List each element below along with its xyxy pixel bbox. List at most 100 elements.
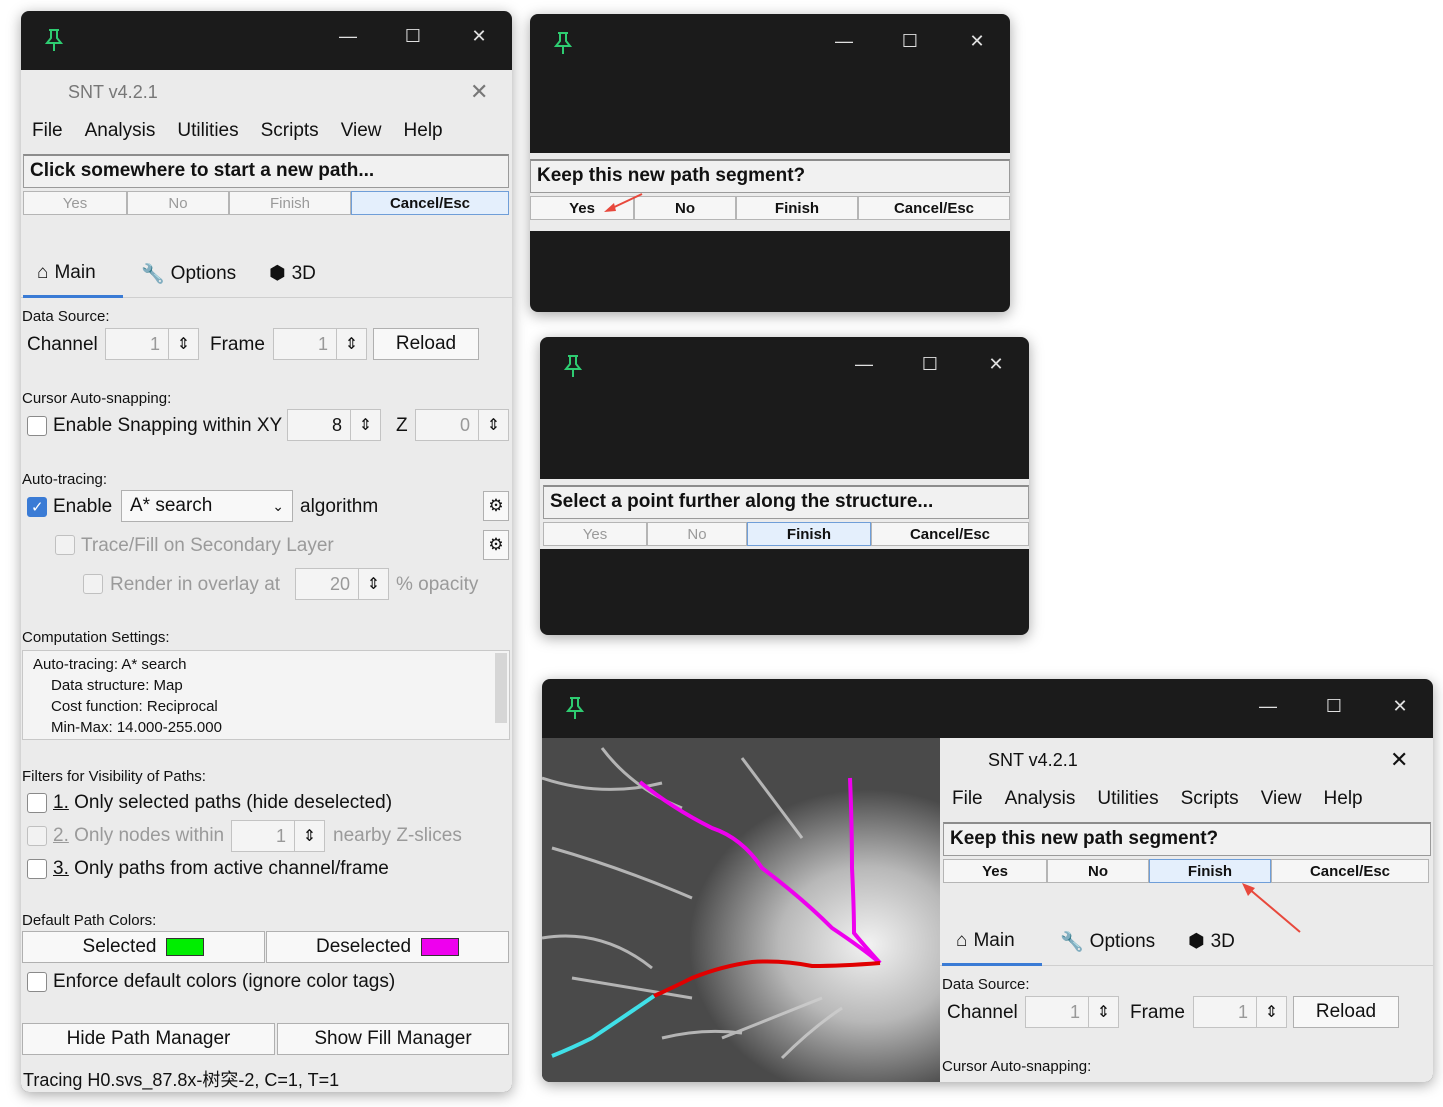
close-icon[interactable]: ✕: [964, 32, 990, 50]
filter1-checkbox[interactable]: [27, 793, 47, 813]
maximize-icon[interactable]: ☐: [917, 355, 943, 373]
xy-spinner[interactable]: 8 ⇕: [287, 409, 381, 441]
menu-view[interactable]: View: [1261, 788, 1302, 809]
autotracing-enable-label: Enable: [53, 496, 113, 517]
filter2-checkbox[interactable]: [27, 826, 47, 846]
menu-view[interactable]: View: [341, 120, 382, 141]
snapping-label: Cursor Auto-snapping:: [942, 1058, 1092, 1075]
filter1-text: Only selected paths (hide deselected): [74, 792, 393, 813]
menu-file[interactable]: File: [952, 788, 983, 809]
close-icon[interactable]: ✕: [983, 355, 1009, 373]
cancel-button[interactable]: Cancel/Esc: [871, 522, 1029, 546]
menu-utilities[interactable]: Utilities: [1097, 788, 1158, 809]
inner-menu-bar: File Analysis Utilities Scripts View Help: [952, 788, 1385, 810]
close-icon[interactable]: ✕: [466, 27, 492, 45]
no-button[interactable]: No: [647, 522, 747, 546]
autotracing-label: Auto-tracing:: [22, 471, 108, 488]
menu-scripts[interactable]: Scripts: [1181, 788, 1239, 809]
finish-button[interactable]: Finish: [229, 191, 351, 215]
pin-icon[interactable]: [43, 27, 65, 53]
cancel-button[interactable]: Cancel/Esc: [858, 196, 1010, 220]
zslices-spinner[interactable]: 1 ⇕: [231, 820, 325, 852]
autotracing-checkbox[interactable]: ✓: [27, 497, 47, 517]
snapping-checkbox[interactable]: [27, 416, 47, 436]
pin-icon[interactable]: [552, 30, 574, 56]
inner-path-buttons: Yes No Finish Cancel/Esc: [943, 859, 1429, 883]
enforce-colors-checkbox[interactable]: [27, 972, 47, 992]
no-button[interactable]: No: [127, 191, 229, 215]
spinner-arrows-icon: ⇕: [1088, 997, 1118, 1027]
computation-line: Min-Max: 14.000-255.000: [51, 719, 222, 736]
select-dialog-body: Select a point further along the structu…: [540, 479, 1029, 549]
tab-bar: ⌂ Main 🔧 Options ⬢ 3D: [21, 250, 512, 298]
close-icon[interactable]: ✕: [1387, 697, 1413, 715]
reload-button[interactable]: Reload: [1293, 996, 1399, 1028]
selected-color-button[interactable]: Selected: [22, 931, 265, 963]
maximize-icon[interactable]: ☐: [400, 27, 426, 45]
minimize-icon[interactable]: —: [831, 32, 857, 50]
yes-button[interactable]: Yes: [543, 522, 647, 546]
gear-icon[interactable]: ⚙: [483, 530, 509, 560]
inner-close-icon[interactable]: ✕: [1390, 747, 1408, 773]
menu-file[interactable]: File: [32, 120, 63, 141]
minimize-icon[interactable]: —: [851, 355, 877, 373]
render-overlay-checkbox[interactable]: [83, 574, 103, 594]
maximize-icon[interactable]: ☐: [1321, 697, 1347, 715]
menu-scripts[interactable]: Scripts: [261, 120, 319, 141]
menu-help[interactable]: Help: [1324, 788, 1363, 809]
maximize-icon[interactable]: ☐: [897, 32, 923, 50]
tab-main[interactable]: ⌂ Main: [37, 262, 96, 284]
path-colors-label: Default Path Colors:: [22, 912, 157, 929]
tab-options[interactable]: 🔧 Options: [1060, 930, 1155, 954]
yes-button[interactable]: Yes: [943, 859, 1047, 883]
tab-options[interactable]: 🔧 Options: [141, 262, 236, 286]
keep-message: Keep this new path segment?: [530, 159, 1010, 193]
yes-button[interactable]: Yes: [23, 191, 127, 215]
pin-icon[interactable]: [564, 695, 586, 721]
finish-button[interactable]: Finish: [747, 522, 871, 546]
deselected-color-button[interactable]: Deselected: [266, 931, 509, 963]
inner-window-title: SNT v4.2.1: [988, 750, 1078, 770]
frame-spinner[interactable]: 1 ⇕: [273, 328, 367, 360]
tab-main-label: Main: [54, 262, 96, 283]
microscopy-image[interactable]: [542, 738, 940, 1082]
menu-analysis[interactable]: Analysis: [85, 120, 156, 141]
hide-path-manager-button[interactable]: Hide Path Manager: [22, 1023, 275, 1055]
status-message: Click somewhere to start a new path...: [23, 154, 509, 188]
filter3-checkbox[interactable]: [27, 859, 47, 879]
tab-main-label: Main: [973, 930, 1015, 951]
computation-line: Cost function: Reciprocal: [51, 698, 218, 715]
minimize-icon[interactable]: —: [335, 27, 361, 45]
no-button[interactable]: No: [1047, 859, 1149, 883]
filter3-label: 3. Only paths from active channel/frame: [53, 858, 389, 880]
opacity-spinner[interactable]: 20 ⇕: [295, 568, 389, 600]
menu-help[interactable]: Help: [404, 120, 443, 141]
algorithm-dropdown[interactable]: A* search ⌄: [121, 490, 293, 522]
tab-main[interactable]: ⌂ Main: [956, 930, 1015, 952]
cancel-button[interactable]: Cancel/Esc: [351, 191, 509, 215]
channel-spinner[interactable]: 1 ⇕: [1025, 996, 1119, 1028]
computation-textarea[interactable]: Auto-tracing: A* search Data structure: …: [22, 650, 510, 740]
filter2-text: Only nodes within: [74, 825, 225, 846]
secondary-layer-checkbox[interactable]: [55, 535, 75, 555]
pin-icon[interactable]: [562, 353, 584, 379]
tab-3d[interactable]: ⬢ 3D: [1188, 930, 1235, 953]
select-message: Select a point further along the structu…: [543, 485, 1029, 519]
deselected-swatch: [421, 938, 460, 956]
gear-icon[interactable]: ⚙: [483, 491, 509, 521]
scrollbar[interactable]: [495, 653, 507, 723]
show-fill-manager-button[interactable]: Show Fill Manager: [277, 1023, 509, 1055]
reload-button[interactable]: Reload: [373, 328, 479, 360]
tab-3d[interactable]: ⬢ 3D: [269, 262, 316, 285]
select-dialog-window: — ☐ ✕ Select a point further along the s…: [540, 337, 1029, 635]
panel-close-icon[interactable]: ✕: [470, 79, 488, 105]
menu-utilities[interactable]: Utilities: [177, 120, 238, 141]
minimize-icon[interactable]: —: [1255, 697, 1281, 715]
tab-3d-label: 3D: [1210, 930, 1235, 952]
frame-spinner[interactable]: 1 ⇕: [1193, 996, 1287, 1028]
channel-spinner[interactable]: 1 ⇕: [105, 328, 199, 360]
z-spinner[interactable]: 0 ⇕: [415, 409, 509, 441]
finish-button[interactable]: Finish: [736, 196, 858, 220]
menu-analysis[interactable]: Analysis: [1005, 788, 1076, 809]
filter2-num: 2.: [53, 825, 69, 846]
